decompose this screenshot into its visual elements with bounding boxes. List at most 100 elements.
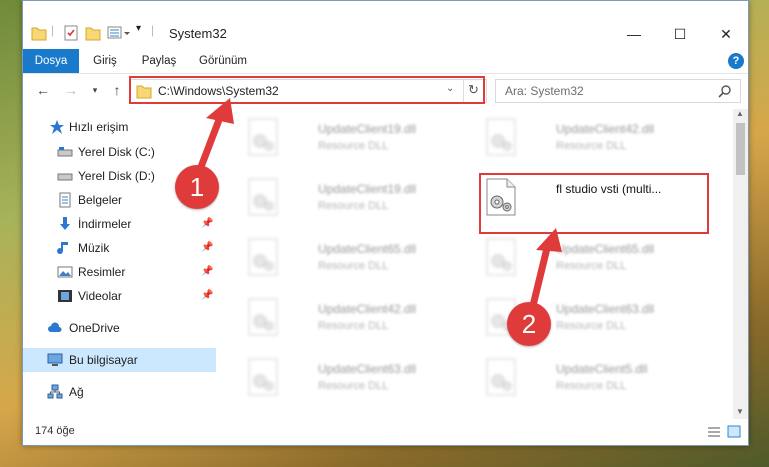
details-view-icon[interactable]: [707, 426, 721, 438]
step-1-callout: 1: [175, 165, 219, 209]
search-box[interactable]: Ara: System32: [495, 79, 741, 103]
file-name: UpdateClient42.dll: [318, 302, 417, 316]
search-icon[interactable]: [718, 84, 732, 98]
sidebar-item-label: Videolar: [78, 289, 122, 303]
tab-home[interactable]: Giriş: [83, 49, 127, 73]
back-button[interactable]: ←: [33, 80, 53, 100]
pin-icon[interactable]: 📌: [201, 266, 213, 277]
quick-access-dropdown-icon[interactable]: ▾: [136, 23, 141, 41]
sidebar-item-label: OneDrive: [69, 321, 120, 335]
file-item[interactable]: UpdateClient63.dll Resource DLL: [245, 353, 475, 401]
file-item[interactable]: UpdateClient19.dll Resource DLL: [245, 113, 475, 161]
music-icon: [57, 242, 68, 255]
ribbon: Dosya Giriş Paylaş Görünüm ?: [23, 49, 748, 74]
videos-icon: [58, 290, 72, 302]
status-bar: 174 öğe: [23, 419, 748, 444]
sidebar-item-local-disk-c[interactable]: Yerel Disk (C:): [23, 140, 216, 164]
file-name: UpdateClient65.dll: [318, 242, 417, 256]
sidebar-item-videos[interactable]: Videolar 📌: [23, 284, 216, 308]
file-name: UpdateClient65.dll: [556, 242, 655, 256]
file-type: Resource DLL: [556, 260, 627, 272]
sidebar-item-downloads[interactable]: İndirmeler 📌: [23, 212, 216, 236]
file-highlight: [479, 173, 709, 234]
network-icon: [47, 384, 63, 399]
recent-locations-icon[interactable]: ▾: [85, 80, 105, 100]
help-icon[interactable]: ?: [728, 53, 744, 69]
file-type: Resource DLL: [318, 320, 389, 332]
separator: |: [151, 23, 155, 37]
vertical-scrollbar[interactable]: ▲ ▼: [733, 109, 748, 419]
cloud-icon: [48, 322, 62, 332]
address-bar-highlight: [129, 76, 485, 104]
tab-file[interactable]: Dosya: [23, 49, 79, 73]
star-icon: [50, 120, 64, 134]
dll-file-icon: [486, 118, 516, 156]
sidebar-item-label: Müzik: [78, 241, 110, 255]
file-list: UpdateClient19.dll Resource DLL UpdateCl…: [219, 109, 733, 419]
file-item[interactable]: UpdateClient42.dll Resource DLL: [245, 293, 475, 341]
pin-icon[interactable]: 📌: [201, 242, 213, 253]
file-name: UpdateClient63.dll: [556, 302, 655, 316]
dll-file-icon: [248, 118, 278, 156]
tab-view[interactable]: Görünüm: [191, 49, 255, 73]
file-type: Resource DLL: [318, 140, 389, 152]
dll-file-icon: [486, 358, 516, 396]
sidebar-item-label: Resimler: [78, 265, 126, 279]
separator: |: [51, 23, 55, 37]
scrollbar-thumb[interactable]: [736, 123, 745, 175]
file-item[interactable]: UpdateClient19.dll Resource DLL: [245, 173, 475, 221]
minimize-button[interactable]: —: [611, 21, 657, 47]
pictures-icon: [57, 266, 73, 278]
dll-file-icon: [248, 298, 278, 336]
file-item[interactable]: UpdateClient65.dll Resource DLL: [483, 233, 713, 281]
file-name: UpdateClient5.dll: [556, 362, 648, 376]
sidebar-item-label: Yerel Disk (D:): [78, 169, 155, 183]
customize-toolbar-icon[interactable]: [107, 24, 131, 42]
sidebar-item-this-pc[interactable]: Bu bilgisayar: [23, 348, 216, 372]
file-type: Resource DLL: [556, 320, 627, 332]
file-type: Resource DLL: [318, 260, 389, 272]
window-title: System32: [169, 26, 227, 41]
sidebar-item-quick-access[interactable]: Hızlı erişim: [23, 115, 216, 139]
search-placeholder: Ara: System32: [505, 84, 584, 98]
new-folder-icon[interactable]: [85, 24, 101, 42]
up-button[interactable]: ↑: [107, 80, 127, 100]
large-icons-view-icon[interactable]: [727, 425, 741, 438]
item-count: 174 öğe: [35, 425, 75, 437]
sidebar-item-music[interactable]: Müzik 📌: [23, 236, 216, 260]
sidebar-item-label: Hızlı erişim: [69, 120, 129, 134]
file-name: UpdateClient19.dll: [318, 122, 417, 136]
sidebar-item-pictures[interactable]: Resimler 📌: [23, 260, 216, 284]
file-type: Resource DLL: [318, 380, 389, 392]
sidebar-item-network[interactable]: Ağ: [23, 380, 216, 404]
file-item[interactable]: UpdateClient65.dll Resource DLL: [245, 233, 475, 281]
computer-icon: [47, 353, 63, 366]
step-2-callout: 2: [507, 302, 551, 346]
file-item[interactable]: UpdateClient42.dll Resource DLL: [483, 113, 713, 161]
pin-icon[interactable]: 📌: [201, 290, 213, 301]
navigation-pane: Hızlı erişim Yerel Disk (C:) Yerel Disk …: [23, 109, 216, 419]
scroll-up-icon[interactable]: ▲: [736, 109, 744, 118]
sidebar-item-onedrive[interactable]: OneDrive: [23, 316, 216, 340]
properties-icon[interactable]: [63, 24, 79, 42]
file-name: UpdateClient19.dll: [318, 182, 417, 196]
documents-icon: [59, 192, 71, 208]
maximize-button[interactable]: ☐: [657, 21, 703, 47]
scroll-down-icon[interactable]: ▼: [736, 407, 744, 416]
drive-icon: [57, 173, 73, 181]
sidebar-item-label: Ağ: [69, 385, 84, 399]
close-button[interactable]: ✕: [703, 21, 749, 47]
file-type: Resource DLL: [556, 140, 627, 152]
tab-share[interactable]: Paylaş: [133, 49, 185, 73]
sidebar-item-label: Yerel Disk (C:): [78, 145, 155, 159]
sidebar-item-label: Bu bilgisayar: [69, 353, 138, 367]
download-icon: [60, 217, 70, 230]
dll-file-icon: [248, 238, 278, 276]
sidebar-item-label: Belgeler: [78, 193, 123, 207]
pin-icon[interactable]: 📌: [201, 218, 213, 229]
file-item[interactable]: UpdateClient5.dll Resource DLL: [483, 353, 713, 401]
forward-button[interactable]: →: [61, 80, 81, 100]
dll-file-icon: [486, 238, 516, 276]
dll-file-icon: [248, 358, 278, 396]
dll-file-icon: [248, 178, 278, 216]
